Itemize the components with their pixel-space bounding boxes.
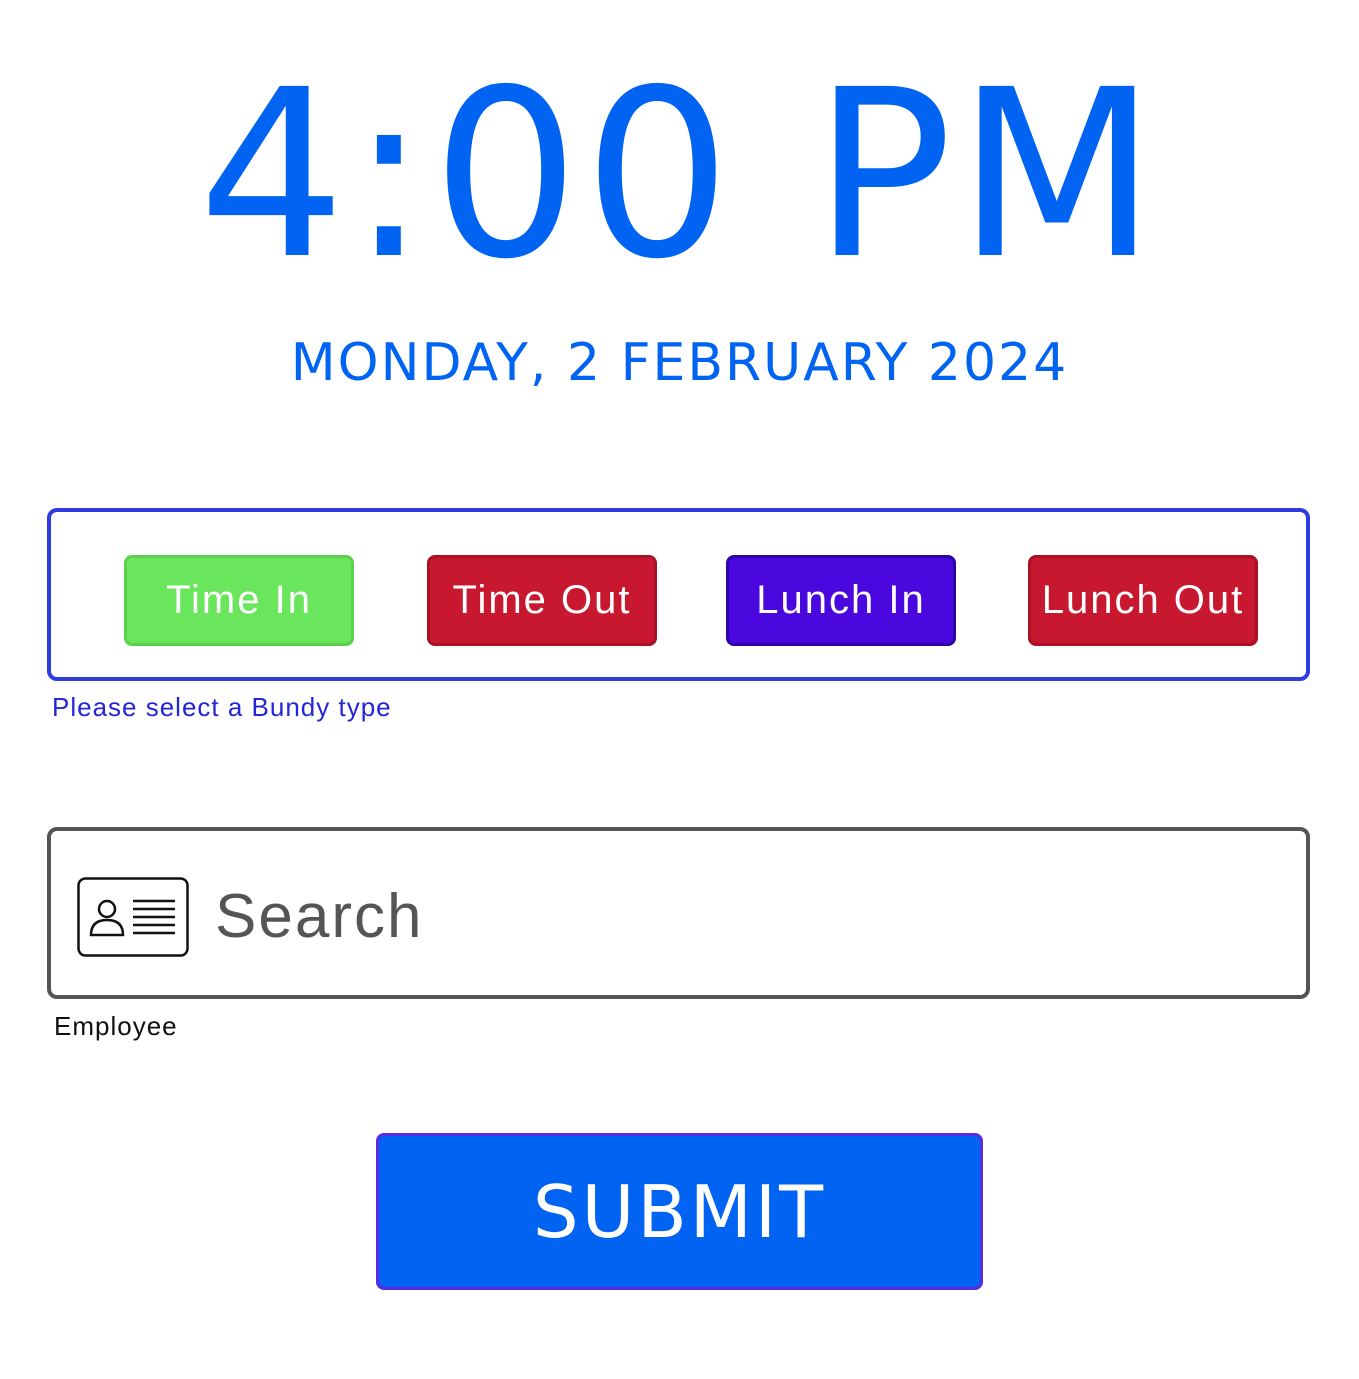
lunch-in-button[interactable]: Lunch In xyxy=(726,555,956,646)
time-out-button[interactable]: Time Out xyxy=(427,555,657,646)
submit-button[interactable]: SUBMIT xyxy=(376,1133,983,1290)
employee-search-field[interactable] xyxy=(47,827,1310,999)
time-in-button[interactable]: Time In xyxy=(124,555,354,646)
clock-date: MONDAY, 2 FEBRUARY 2024 xyxy=(290,333,1069,393)
employee-search-input[interactable] xyxy=(215,871,1275,961)
employee-helper-text: Employee xyxy=(54,1011,178,1041)
clock-time: 4:00 PM xyxy=(198,40,1161,310)
id-card-icon xyxy=(77,877,189,961)
lunch-out-button[interactable]: Lunch Out xyxy=(1028,555,1258,646)
bundy-helper-text: Please select a Bundy type xyxy=(52,692,392,722)
bundy-type-group: Time In Time Out Lunch In Lunch Out xyxy=(47,508,1310,681)
